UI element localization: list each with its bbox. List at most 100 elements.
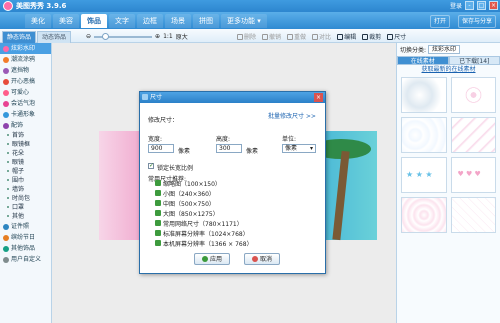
height-unit: 像素 <box>246 148 259 155</box>
tab-online-materials[interactable]: 在线素材 <box>397 56 449 65</box>
material-thumb[interactable] <box>401 77 447 113</box>
material-thumb[interactable] <box>401 197 447 233</box>
preset-icon <box>155 210 161 216</box>
material-thumb[interactable] <box>450 117 496 153</box>
material-tabs: 在线素材 已下载[14] <box>397 56 500 65</box>
zoom-slider[interactable] <box>94 32 153 40</box>
get-online-materials-link[interactable]: 获取最新的在线素材 <box>397 65 500 75</box>
crop-icon <box>362 33 369 40</box>
preset-option[interactable]: 小图（240×360） <box>155 188 305 198</box>
sidebar-item-id-photo[interactable]: 证件照 <box>0 221 51 232</box>
watermark-icon <box>3 45 9 52</box>
resize-button[interactable]: 尺寸 <box>387 32 406 41</box>
minimize-button[interactable]: - <box>465 1 474 10</box>
material-thumb[interactable] <box>450 77 496 113</box>
zoom-slider-handle[interactable] <box>102 32 110 40</box>
preset-option[interactable]: 本机屏幕分辨率（1366 × 768） <box>155 238 305 248</box>
tab-cosmetic[interactable]: 美容 <box>53 14 79 28</box>
subitem-hats[interactable]: 帽子 <box>0 167 51 176</box>
graffiti-icon <box>3 56 9 63</box>
sidebar-item-festival[interactable]: 缤纷节日 <box>0 232 51 243</box>
category-select[interactable]: 炫彩水印 <box>428 45 461 54</box>
subitem-scarves[interactable]: 围巾 <box>0 176 51 185</box>
tab-scene[interactable]: 场景 <box>165 14 191 28</box>
resize-icon <box>387 33 394 40</box>
width-input[interactable]: 900 <box>148 144 174 153</box>
subitem-flowers[interactable]: 花朵 <box>0 149 51 158</box>
tab-downloaded[interactable]: 已下载[14] <box>448 56 500 65</box>
resize-dialog: 尺寸 × 修改尺寸： 批量修改尺寸 >> 宽度: 高度: 单位: 900 像素 … <box>139 91 326 274</box>
subitem-masks[interactable]: 口罩 <box>0 203 51 212</box>
preset-icon <box>155 230 161 236</box>
tab-collage[interactable]: 拼图 <box>193 14 219 28</box>
save-share-button[interactable]: 保存与分享 <box>457 15 496 28</box>
app-title: 美图秀秀 3.9.6 <box>16 2 67 10</box>
subitem-glasses-frame[interactable]: 眼镜框 <box>0 140 51 149</box>
lock-ratio-label: 锁定长宽比例 <box>157 165 194 172</box>
material-panel: 切换分类: 炫彩水印 在线素材 已下载[14] 获取最新的在线素材 <box>396 43 500 323</box>
maximize-button[interactable]: □ <box>477 1 486 10</box>
preset-option[interactable]: 常用网络尺寸（780×1171） <box>155 218 305 228</box>
dialog-body: 修改尺寸： 批量修改尺寸 >> 宽度: 高度: 单位: 900 像素 300 像… <box>140 103 325 275</box>
tab-border[interactable]: 边框 <box>137 14 163 28</box>
sidebar-item-cartoon[interactable]: 卡通形象 <box>0 109 51 120</box>
sidebar-item-mask[interactable]: 遮挡物 <box>0 65 51 76</box>
dialog-close-button[interactable]: × <box>314 93 323 102</box>
subitem-jewelry[interactable]: 首饰 <box>0 131 51 140</box>
unit-label: 单位: <box>282 136 297 143</box>
subitem-bags[interactable]: 时尚包 <box>0 194 51 203</box>
login-link[interactable]: 登录 <box>450 1 462 10</box>
apply-button[interactable]: 应用 <box>194 253 230 265</box>
cancel-icon <box>251 256 258 262</box>
compare-button[interactable]: 对比 <box>312 32 331 41</box>
sidebar-item-watermark[interactable]: 炫彩水印 <box>0 43 51 54</box>
open-button[interactable]: 打开 <box>429 15 450 28</box>
preset-list: 缩略图（100×150） 小图（240×360） 中图（500×750） 大图（… <box>155 178 305 248</box>
resize-icon <box>142 94 148 100</box>
material-thumb[interactable] <box>450 197 496 233</box>
heart-icon <box>3 89 9 96</box>
zoom-ratio[interactable]: 1:1 <box>163 33 173 40</box>
undo-button[interactable]: 撤销 <box>262 32 281 41</box>
preset-option[interactable]: 缩略图（100×150） <box>155 178 305 188</box>
custom-icon <box>3 256 9 263</box>
cancel-button[interactable]: 取消 <box>244 253 280 265</box>
preset-option[interactable]: 中图（500×750） <box>155 198 305 208</box>
close-button[interactable]: × <box>489 1 498 10</box>
sticker-category-sidebar: 炫彩水印 潮流涂鸦 遮挡物 开心恶搞 可爱心 会话气泡 卡通形象 配饰 首饰 眼… <box>0 43 52 323</box>
tab-beautify[interactable]: 美化 <box>25 14 51 28</box>
height-input[interactable]: 300 <box>216 144 242 153</box>
tab-text[interactable]: 文字 <box>109 14 135 28</box>
tab-more[interactable]: 更多功能 ▾ <box>221 14 267 28</box>
sidebar-item-graffiti[interactable]: 潮流涂鸦 <box>0 54 51 65</box>
material-thumb[interactable] <box>450 157 496 193</box>
sidebar-item-other-stickers[interactable]: 其他饰品 <box>0 243 51 254</box>
material-thumb[interactable] <box>401 117 447 153</box>
batch-resize-link[interactable]: 批量修改尺寸 >> <box>268 111 316 120</box>
id-photo-icon <box>3 223 9 230</box>
tab-accessories[interactable]: 饰品 <box>81 14 107 28</box>
festival-icon <box>3 234 9 241</box>
sidebar-item-funny[interactable]: 开心恶搞 <box>0 76 51 87</box>
zoom-original-button[interactable]: 原大 <box>176 32 188 41</box>
mask-icon <box>3 67 9 74</box>
subitem-glasses[interactable]: 眼镜 <box>0 158 51 167</box>
preset-option[interactable]: 标准屏幕分辨率（1024×768） <box>155 228 305 238</box>
preset-option[interactable]: 大图（850×1275） <box>155 208 305 218</box>
sidebar-item-accessories[interactable]: 配饰 <box>0 120 51 131</box>
subitem-other[interactable]: 其他 <box>0 212 51 221</box>
lock-ratio-checkbox[interactable] <box>148 162 154 169</box>
delete-button[interactable]: 删除 <box>237 32 256 41</box>
material-thumb[interactable] <box>401 157 447 193</box>
zoom-out-icon[interactable]: ⊖ <box>86 33 91 40</box>
edit-button[interactable]: 编辑 <box>337 32 356 41</box>
redo-button[interactable]: 重做 <box>287 32 306 41</box>
sidebar-item-custom[interactable]: 用户自定义 <box>0 254 51 265</box>
zoom-in-icon[interactable]: ⊕ <box>155 33 160 40</box>
subitem-wall[interactable]: 墙饰 <box>0 185 51 194</box>
sidebar-item-bubble[interactable]: 会话气泡 <box>0 98 51 109</box>
sidebar-item-heart[interactable]: 可爱心 <box>0 87 51 98</box>
unit-select[interactable]: 像素 <box>282 144 316 153</box>
preset-icon <box>155 190 161 196</box>
crop-button[interactable]: 裁剪 <box>362 32 381 41</box>
